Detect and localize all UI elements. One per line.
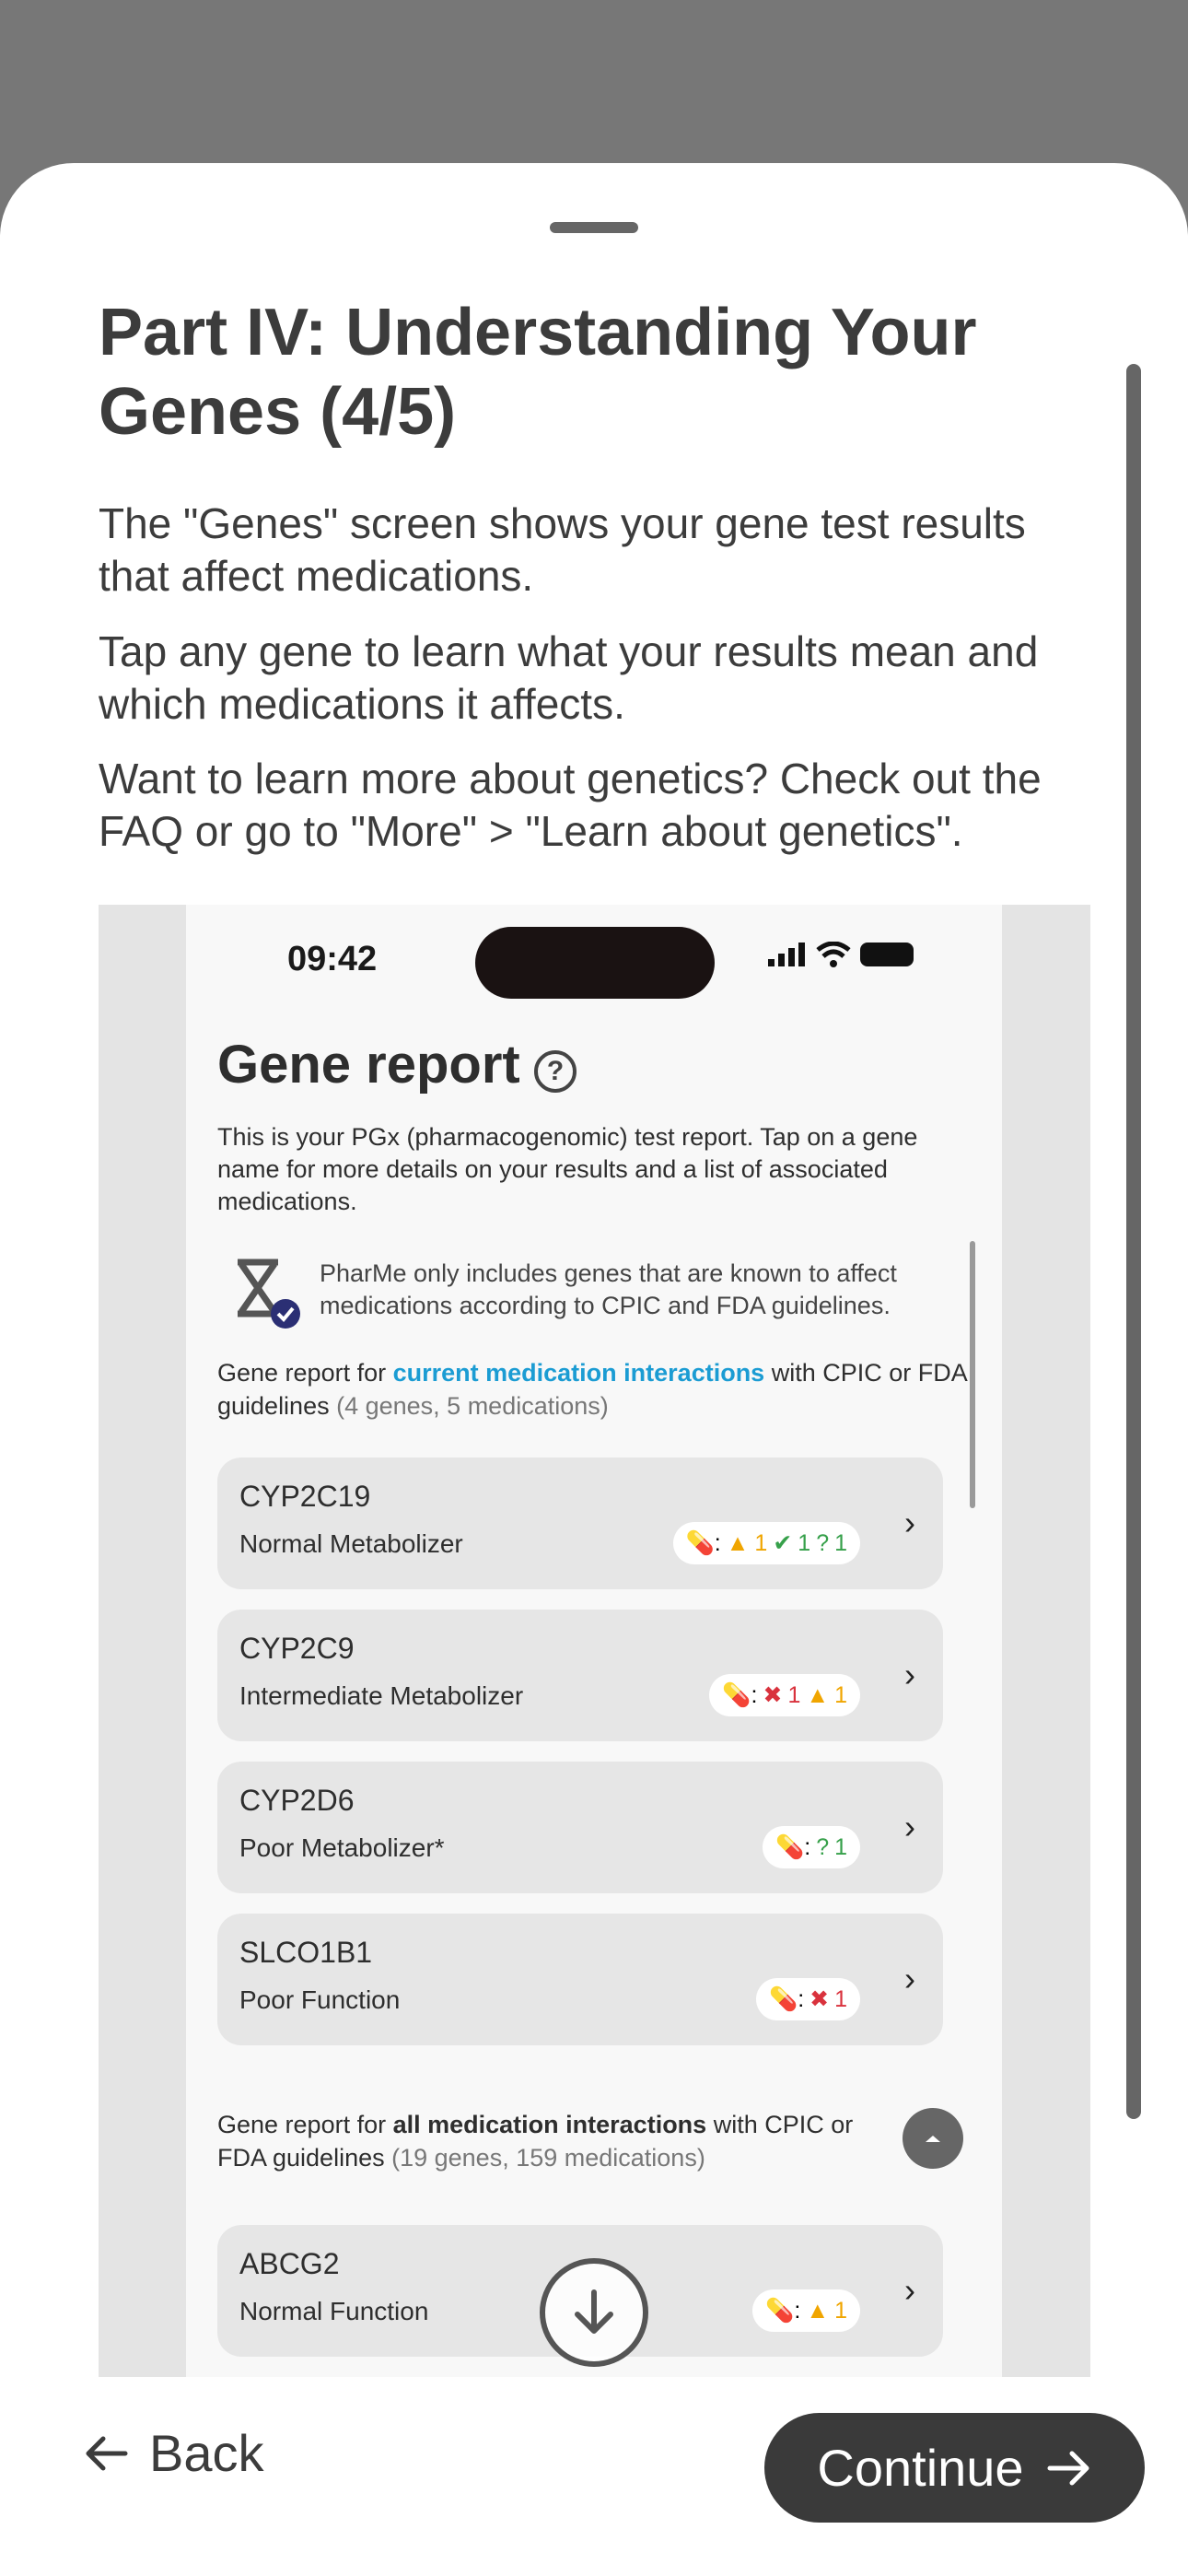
section-count: (4 genes, 5 medications)	[329, 1392, 609, 1420]
warning-icon: ▲	[726, 1529, 750, 1556]
back-label: Back	[149, 2424, 264, 2482]
medication-count-badge: 💊: ? 1	[763, 1826, 860, 1868]
gene-phenotype: Intermediate Metabolizer	[239, 1681, 524, 1710]
info-count: 1	[834, 1529, 847, 1556]
battery-icon	[860, 943, 914, 966]
continue-button[interactable]: Continue	[764, 2413, 1145, 2523]
dynamic-island	[475, 927, 715, 999]
arrow-right-icon	[1047, 2451, 1089, 2485]
gene-phenotype: Poor Function	[239, 1985, 401, 2014]
chevron-right-icon: ›	[904, 1960, 915, 1997]
pills-icon: 💊:	[775, 1833, 811, 1860]
gene-report-title: Gene report	[217, 1035, 520, 1095]
cross-icon: ✖	[763, 1682, 783, 1708]
cross-icon: ✖	[809, 1986, 830, 2012]
wifi-icon	[816, 942, 851, 967]
section-count: (19 genes, 159 medications)	[384, 2144, 705, 2172]
gene-card-slco1b1: SLCO1B1 Poor Function 💊: ✖ 1 ›	[217, 1914, 943, 2045]
help-icon: ?	[534, 1050, 577, 1093]
all-interactions-header: Gene report for all medication interacti…	[217, 2108, 862, 2174]
warning-count: 1	[754, 1529, 768, 1556]
gene-card-cyp2d6: CYP2D6 Poor Metabolizer* 💊: ? 1 ›	[217, 1762, 943, 1893]
warning-count: 1	[834, 1681, 847, 1708]
current-interactions-header: Gene report for current medication inter…	[217, 1356, 973, 1423]
gene-report-description: This is your PGx (pharmacogenomic) test …	[217, 1123, 918, 1215]
pills-icon: 💊:	[769, 1985, 805, 2012]
pharme-note: PharMe only includes genes that are know…	[320, 1259, 897, 1319]
current-interactions-link: current medication interactions	[392, 1359, 765, 1387]
paragraph-learn-more: Want to learn more about genetics? Check…	[99, 755, 1042, 855]
dna-check-icon	[238, 1259, 300, 1329]
gene-name: ABCG2	[239, 2247, 340, 2280]
pills-icon: 💊:	[722, 1681, 758, 1708]
continue-label: Continue	[817, 2439, 1024, 2497]
pills-icon: 💊:	[765, 2297, 801, 2324]
gene-card-cyp2c19: CYP2C19 Normal Metabolizer 💊: ▲ 1 ✔ 1 ? 1 ›	[217, 1458, 943, 1589]
section-bold: all medication interactions	[392, 2111, 707, 2138]
check-icon: ✔	[773, 1530, 793, 1556]
signal-icon	[768, 943, 805, 966]
medication-count-badge: 💊: ✖ 1 ▲ 1	[709, 1674, 860, 1716]
gene-phenotype: Normal Function	[239, 2297, 429, 2325]
phone-screen: 09:42 Gene report ? This is your PGx (ph…	[186, 905, 1002, 2377]
medication-count-badge: 💊: ✖ 1	[756, 1978, 860, 2020]
warning-icon: ▲	[806, 2297, 830, 2324]
paragraph-genes-screen: The "Genes" screen shows your gene test …	[99, 499, 1026, 600]
bad-count: 1	[787, 1681, 801, 1708]
gene-name: CYP2D6	[239, 1784, 355, 1817]
question-icon: ?	[816, 1529, 830, 1556]
gene-phenotype: Poor Metabolizer*	[239, 1833, 445, 1862]
status-icons	[768, 942, 914, 967]
info-count: 1	[834, 1833, 847, 1860]
ok-count: 1	[798, 1529, 811, 1556]
arrow-down-icon	[575, 2289, 613, 2334]
question-icon: ?	[816, 1833, 830, 1860]
scrollbar[interactable]	[1126, 364, 1141, 2119]
chevron-right-icon: ›	[904, 2271, 915, 2309]
gene-name: SLCO1B1	[239, 1936, 373, 1969]
gene-name: CYP2C9	[239, 1632, 355, 1665]
status-time: 09:42	[287, 940, 378, 978]
back-button[interactable]: Back	[83, 2423, 264, 2483]
section-prefix: Gene report for	[217, 2111, 393, 2138]
gene-name: CYP2C19	[239, 1480, 371, 1513]
bad-count: 1	[834, 1985, 847, 2012]
gene-phenotype: Normal Metabolizer	[239, 1529, 463, 1558]
chevron-right-icon: ›	[904, 1808, 915, 1845]
collapse-icon	[903, 2108, 963, 2169]
medication-count-badge: 💊: ▲ 1 ✔ 1 ? 1	[672, 1522, 860, 1564]
sheet-grabber[interactable]	[550, 222, 638, 233]
section-prefix: Gene report for	[217, 1359, 393, 1387]
medication-count-badge: 💊: ▲ 1	[752, 2289, 860, 2332]
page-title: Part IV: Understanding Your Genes (4/5)	[99, 296, 977, 449]
warning-count: 1	[834, 2297, 847, 2324]
scroll-down-button[interactable]	[540, 2258, 648, 2367]
arrow-left-icon	[86, 2436, 128, 2470]
gene-card-cyp2c9: CYP2C9 Intermediate Metabolizer 💊: ✖ 1 ▲ 1…	[217, 1610, 943, 1741]
chevron-right-icon: ›	[904, 1656, 915, 1693]
warning-icon: ▲	[806, 1681, 830, 1708]
screenshot-image: 09:42 Gene report ? This is your PGx (ph…	[99, 905, 1090, 2377]
chevron-right-icon: ›	[904, 1504, 915, 1541]
pills-icon: 💊:	[685, 1529, 721, 1556]
paragraph-tap-gene: Tap any gene to learn what your results …	[99, 627, 1039, 728]
